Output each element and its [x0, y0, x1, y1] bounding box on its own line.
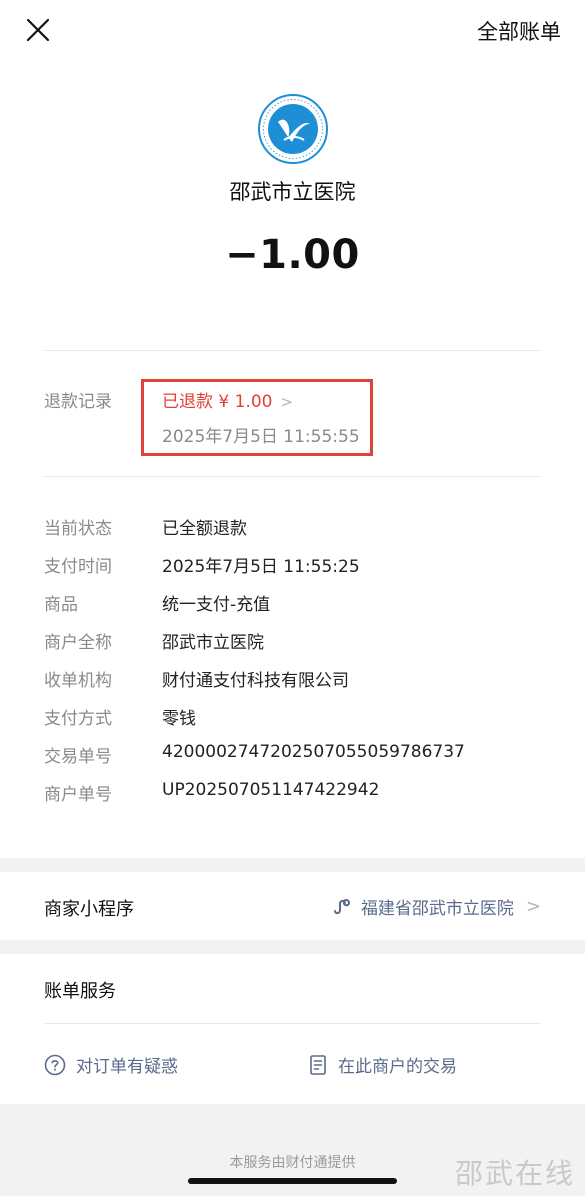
chevron-right-icon: >: [280, 393, 294, 411]
mini-program-link[interactable]: 福建省邵武市立医院 >: [331, 894, 541, 919]
mini-program-icon: [333, 898, 350, 914]
top-bar: 全部账单: [0, 0, 585, 62]
merchant-trades-label: 在此商户的交易: [338, 1057, 457, 1077]
divider: [44, 476, 541, 477]
merchant-name: 邵武市立医院: [229, 180, 356, 204]
detail-value: 已全额退款: [162, 519, 247, 539]
section-separator: [0, 940, 585, 954]
refund-status-text: 已退款 ¥ 1.00: [162, 392, 273, 412]
detail-label: 支付方式: [44, 709, 112, 729]
detail-value: 2025年7月5日 11:55:25: [162, 557, 360, 577]
detail-label: 当前状态: [44, 519, 112, 539]
detail-value: 零钱: [162, 709, 196, 729]
transaction-amount: −1.00: [225, 232, 360, 278]
chevron-right-icon: >: [525, 896, 541, 917]
detail-value: UP202507051147422942: [162, 780, 380, 800]
section-separator: [0, 858, 585, 872]
detail-label: 商品: [44, 595, 78, 615]
order-question-label: 对订单有疑惑: [76, 1057, 178, 1077]
divider: [44, 1023, 541, 1024]
detail-label: 收单机构: [44, 671, 112, 691]
order-question-button[interactable]: 对订单有疑惑: [44, 1052, 178, 1077]
detail-label: 商户全称: [44, 633, 112, 653]
refund-status-link[interactable]: 已退款 ¥ 1.00 >: [162, 387, 293, 412]
question-circle-icon: [44, 1054, 66, 1075]
detail-label: 商户单号: [44, 785, 112, 805]
detail-value: 财付通支付科技有限公司: [162, 671, 349, 691]
divider: [44, 350, 541, 351]
all-bills-button[interactable]: 全部账单: [477, 16, 561, 46]
close-icon[interactable]: [26, 18, 50, 42]
detail-value: 统一支付-充值: [162, 595, 271, 615]
detail-value: 4200002747202507055059786737: [162, 742, 465, 762]
detail-value: 邵武市立医院: [162, 633, 264, 653]
mini-program-label: 商家小程序: [44, 899, 134, 920]
merchant-trades-button[interactable]: 在此商户的交易: [308, 1052, 457, 1077]
refund-record-label: 退款记录: [44, 392, 112, 412]
hospital-logo-icon: [258, 94, 328, 164]
document-icon: [310, 1054, 326, 1075]
detail-label: 交易单号: [44, 747, 112, 767]
refund-time: 2025年7月5日 11:55:55: [162, 427, 360, 447]
bill-service-title: 账单服务: [44, 981, 116, 1002]
home-indicator[interactable]: [188, 1178, 397, 1184]
detail-label: 支付时间: [44, 557, 112, 577]
mini-program-link-text: 福建省邵武市立医院: [360, 899, 514, 919]
watermark-text: 邵武在线: [454, 1157, 575, 1190]
